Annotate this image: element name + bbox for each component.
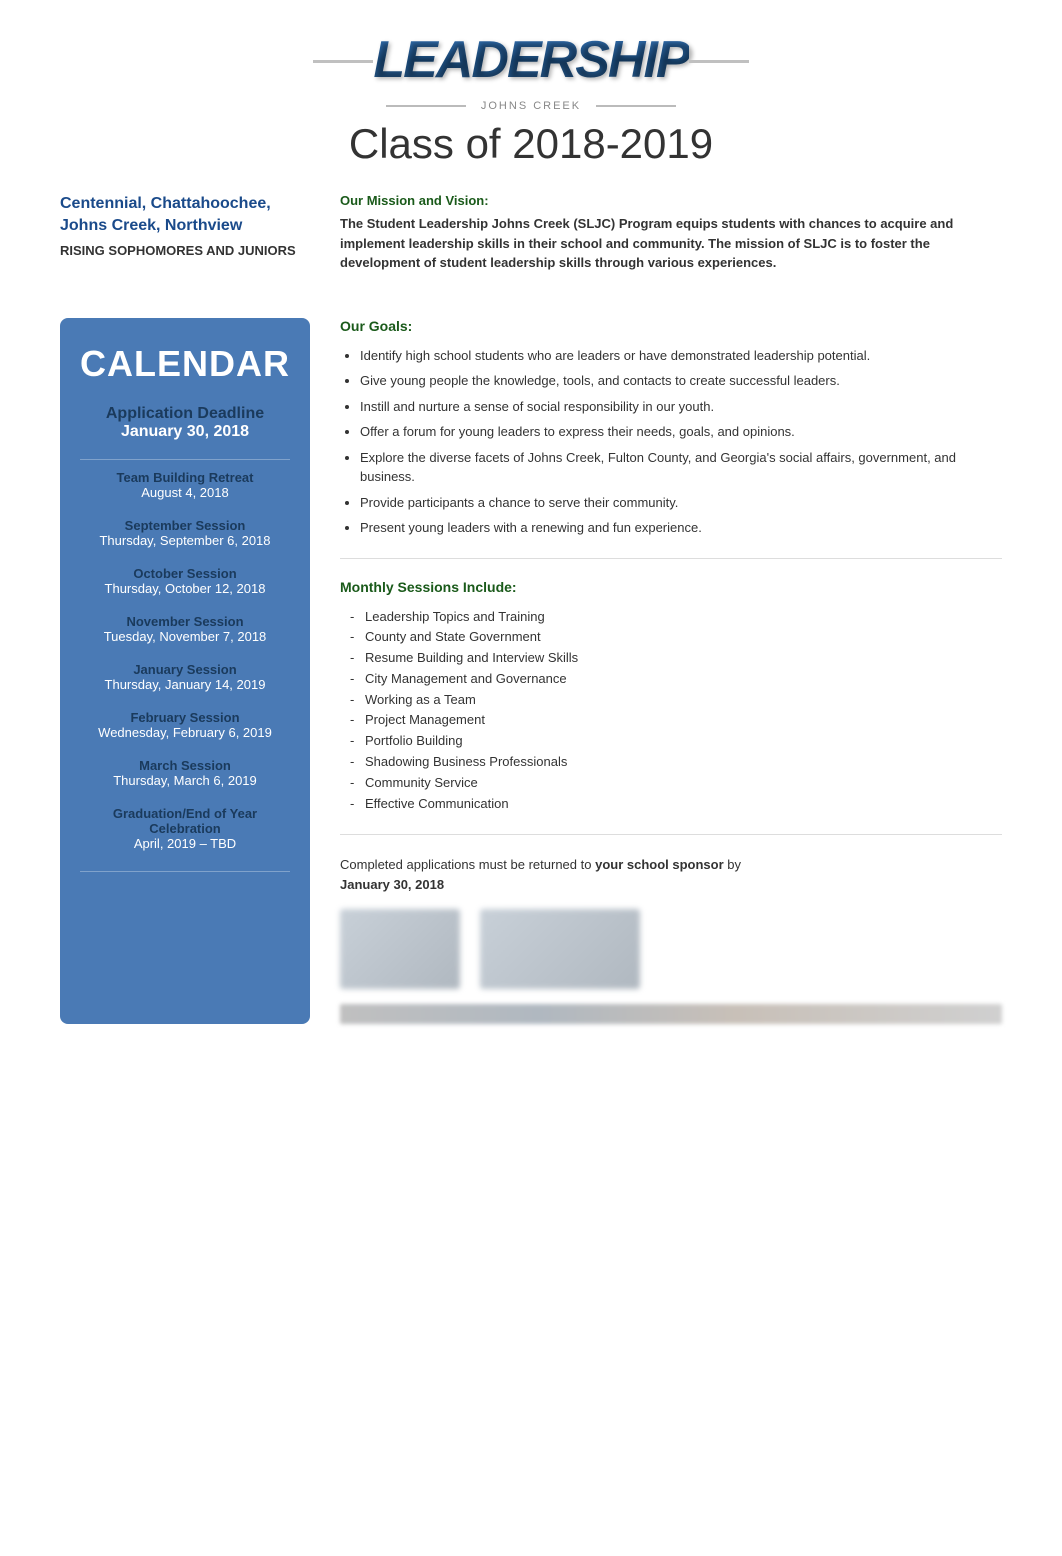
divider-2 <box>340 834 1002 835</box>
session-item-7: Shadowing Business Professionals <box>350 752 1002 773</box>
session-item-9: Effective Communication <box>350 794 1002 815</box>
cal-event-date-6: Wednesday, February 6, 2019 <box>80 725 290 740</box>
session-item-5: Project Management <box>350 710 1002 731</box>
cal-event-name-5: January Session <box>80 662 290 677</box>
mission-title: Our Mission and Vision: <box>340 193 1002 208</box>
header: LEADERSHIP JOHNS CREEK Class of 2018-201… <box>60 30 1002 168</box>
session-item-4: Working as a Team <box>350 690 1002 711</box>
grade-level: RISING SOPHOMORES and JUNIORS <box>60 243 300 258</box>
contact-image-2 <box>480 909 640 989</box>
intro-section: Centennial, Chattahoochee, Johns Creek, … <box>60 193 1002 293</box>
cal-event-date-7: Thursday, March 6, 2019 <box>80 773 290 788</box>
cal-event-february: February Session Wednesday, February 6, … <box>80 710 290 740</box>
cal-event-name-3: October Session <box>80 566 290 581</box>
cal-event-date-2: Thursday, September 6, 2018 <box>80 533 290 548</box>
logo-wrapper: LEADERSHIP <box>353 30 708 90</box>
session-item-3: City Management and Governance <box>350 669 1002 690</box>
cal-event-date-8: April, 2019 – TBD <box>80 836 290 851</box>
cal-event-name-8: Graduation/End of Year Celebration <box>80 806 290 836</box>
cal-event-date-4: Tuesday, November 7, 2018 <box>80 629 290 644</box>
page-title: Class of 2018-2019 <box>60 120 1002 168</box>
goal-item-1: Give young people the knowledge, tools, … <box>360 371 1002 391</box>
page: LEADERSHIP JOHNS CREEK Class of 2018-201… <box>0 0 1062 1556</box>
logo-area: LEADERSHIP <box>60 30 1002 90</box>
goal-item-0: Identify high school students who are le… <box>360 346 1002 366</box>
cal-event-name-1: Team Building Retreat <box>80 470 290 485</box>
cal-event-name-7: March Session <box>80 758 290 773</box>
cal-event-name-2: September Session <box>80 518 290 533</box>
session-item-1: County and State Government <box>350 627 1002 648</box>
schools-name: Centennial, Chattahoochee, Johns Creek, … <box>60 193 300 238</box>
right-content: Our Goals: Identify high school students… <box>340 318 1002 1025</box>
monthly-sessions-title: Monthly Sessions Include: <box>340 579 1002 595</box>
cal-event-name-0: Application Deadline <box>80 405 290 423</box>
goals-title: Our Goals: <box>340 318 1002 334</box>
cal-event-october: October Session Thursday, October 12, 20… <box>80 566 290 596</box>
intro-left: Centennial, Chattahoochee, Johns Creek, … <box>60 193 300 273</box>
contact-images <box>340 909 1002 989</box>
session-item-0: Leadership Topics and Training <box>350 607 1002 628</box>
cal-event-application-deadline: Application Deadline January 30, 2018 <box>80 405 290 441</box>
divider-1 <box>340 558 1002 559</box>
sessions-list: Leadership Topics and Training County an… <box>340 607 1002 815</box>
cal-event-graduation: Graduation/End of Year Celebration April… <box>80 806 290 851</box>
cal-event-november: November Session Tuesday, November 7, 20… <box>80 614 290 644</box>
cal-event-date-0: January 30, 2018 <box>80 423 290 441</box>
goals-list: Identify high school students who are le… <box>340 346 1002 538</box>
contact-bar <box>340 1004 1002 1024</box>
cal-event-date-5: Thursday, January 14, 2019 <box>80 677 290 692</box>
contact-image-1 <box>340 909 460 989</box>
cal-event-date-3: Thursday, October 12, 2018 <box>80 581 290 596</box>
subtitle-bar: JOHNS CREEK <box>60 100 1002 112</box>
calendar-sidebar: CALENDAR Application Deadline January 30… <box>60 318 310 1025</box>
cal-event-team-building: Team Building Retreat August 4, 2018 <box>80 470 290 500</box>
intro-right: Our Mission and Vision: The Student Lead… <box>340 193 1002 273</box>
completion-text: Completed applications must be returned … <box>340 855 1002 894</box>
cal-event-september: September Session Thursday, September 6,… <box>80 518 290 548</box>
goal-item-3: Offer a forum for young leaders to expre… <box>360 422 1002 442</box>
logo-text: LEADERSHIP <box>373 30 688 90</box>
goal-item-2: Instill and nurture a sense of social re… <box>360 397 1002 417</box>
cal-event-march: March Session Thursday, March 6, 2019 <box>80 758 290 788</box>
main-content: CALENDAR Application Deadline January 30… <box>60 318 1002 1025</box>
session-item-6: Portfolio Building <box>350 731 1002 752</box>
goal-item-4: Explore the diverse facets of Johns Cree… <box>360 448 1002 487</box>
cal-event-name-4: November Session <box>80 614 290 629</box>
calendar-title: CALENDAR <box>80 343 290 385</box>
session-item-2: Resume Building and Interview Skills <box>350 648 1002 669</box>
session-item-8: Community Service <box>350 773 1002 794</box>
cal-event-january: January Session Thursday, January 14, 20… <box>80 662 290 692</box>
goal-item-6: Present young leaders with a renewing an… <box>360 518 1002 538</box>
mission-text: The Student Leadership Johns Creek (SLJC… <box>340 214 1002 273</box>
goal-item-5: Provide participants a chance to serve t… <box>360 493 1002 513</box>
cal-event-name-6: February Session <box>80 710 290 725</box>
cal-event-date-1: August 4, 2018 <box>80 485 290 500</box>
